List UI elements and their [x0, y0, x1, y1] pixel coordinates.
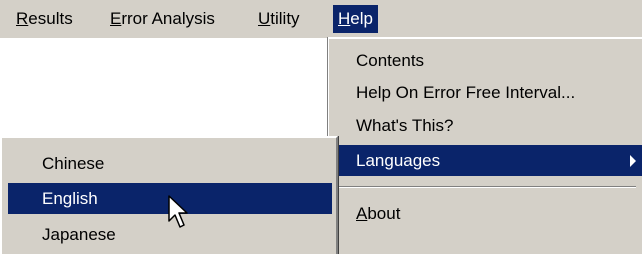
- submenu-item-label: Chinese: [42, 154, 105, 173]
- menu-item-help-on-error-free-interval[interactable]: Help On Error Free Interval...: [329, 77, 642, 108]
- menu-item-languages[interactable]: Languages: [329, 145, 642, 176]
- triangle-right-icon: [630, 154, 636, 167]
- menu-item-label: bout: [367, 204, 401, 223]
- menu-item-label: Languages: [356, 151, 441, 170]
- submenu-item-label: Japanese: [42, 225, 116, 244]
- menu-help[interactable]: Help: [333, 5, 378, 33]
- submenu-item-label: English: [42, 189, 98, 208]
- menu-separator: [335, 186, 636, 188]
- menu-item-label: Contents: [356, 51, 425, 70]
- menu-bar: Results Error Analysis Utility Help: [0, 0, 642, 38]
- menu-item-contents[interactable]: Contents: [329, 45, 642, 76]
- mnemonic-letter: H: [338, 9, 351, 28]
- menu-error-analysis[interactable]: Error Analysis: [105, 5, 220, 33]
- mnemonic-letter: E: [110, 9, 122, 28]
- submenu-item-chinese[interactable]: Chinese: [8, 148, 332, 179]
- menu-item-label: Help On Error Free Interval...: [356, 83, 576, 102]
- mnemonic-letter: R: [16, 9, 29, 28]
- menu-item-about[interactable]: About: [329, 198, 642, 229]
- menu-label: rror Analysis: [121, 9, 215, 28]
- menu-results[interactable]: Results: [11, 5, 78, 33]
- menu-label: elp: [350, 9, 373, 28]
- mouse-pointer-icon: [168, 195, 188, 228]
- menu-item-label: What's This?: [356, 116, 454, 135]
- menu-item-whats-this[interactable]: What's This?: [329, 110, 642, 141]
- mnemonic-letter: A: [356, 204, 368, 223]
- help-dropdown-menu: Contents Help On Error Free Interval... …: [327, 37, 642, 254]
- mnemonic-letter: U: [258, 9, 271, 28]
- menu-utility[interactable]: Utility: [253, 5, 305, 33]
- menu-label: tility: [270, 9, 300, 28]
- menu-label: esults: [28, 9, 73, 28]
